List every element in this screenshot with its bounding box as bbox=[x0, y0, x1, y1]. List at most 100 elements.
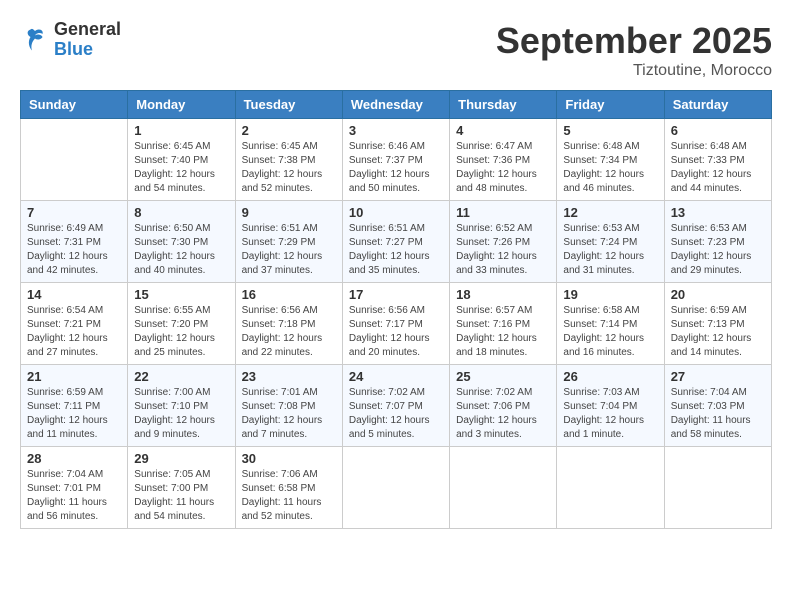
day-number: 25 bbox=[456, 369, 550, 384]
calendar-cell: 21 Sunrise: 6:59 AM Sunset: 7:11 PM Dayli… bbox=[21, 365, 128, 447]
calendar-cell: 9 Sunrise: 6:51 AM Sunset: 7:29 PM Daylig… bbox=[235, 201, 342, 283]
logo: General Blue bbox=[20, 20, 121, 60]
week-row-1: 7Sunrise: 6:49 AM Sunset: 7:31 PM Daylig… bbox=[21, 201, 772, 283]
calendar-cell: 24Sunrise: 7:02 AM Sunset: 7:07 PM Dayli… bbox=[342, 365, 449, 447]
week-row-0: 1 Sunrise: 6:45 AM Sunset: 7:40 PM Daylig… bbox=[21, 119, 772, 201]
calendar-cell: 23Sunrise: 7:01 AM Sunset: 7:08 PM Dayli… bbox=[235, 365, 342, 447]
day-number: 26 bbox=[563, 369, 657, 384]
day-number: 8 bbox=[134, 205, 228, 220]
week-row-4: 28Sunrise: 7:04 AM Sunset: 7:01 PM Dayli… bbox=[21, 447, 772, 529]
calendar-cell: 17Sunrise: 6:56 AM Sunset: 7:17 PM Dayli… bbox=[342, 283, 449, 365]
day-number: 29 bbox=[134, 451, 228, 466]
calendar-cell: 18 Sunrise: 6:57 AM Sunset: 7:16 PM Dayli… bbox=[450, 283, 557, 365]
calendar-cell: 27 Sunrise: 7:04 AM Sunset: 7:03 PM Dayli… bbox=[664, 365, 771, 447]
weekday-header-row: SundayMondayTuesdayWednesdayThursdayFrid… bbox=[21, 91, 772, 119]
day-info: Sunrise: 7:02 AM Sunset: 7:07 PM Dayligh… bbox=[349, 386, 443, 442]
day-number: 27 bbox=[671, 369, 765, 384]
calendar-cell: 15 Sunrise: 6:55 AM Sunset: 7:20 PM Dayli… bbox=[128, 283, 235, 365]
day-info: Sunrise: 6:46 AM Sunset: 7:37 PM Dayligh… bbox=[349, 140, 443, 196]
day-info: Sunrise: 7:00 AM Sunset: 7:10 PM Dayligh… bbox=[134, 386, 228, 442]
day-info: Sunrise: 6:56 AM Sunset: 7:18 PM Dayligh… bbox=[242, 304, 336, 360]
calendar-cell: 29 Sunrise: 7:05 AM Sunset: 7:00 PM Dayli… bbox=[128, 447, 235, 529]
week-row-3: 21 Sunrise: 6:59 AM Sunset: 7:11 PM Dayli… bbox=[21, 365, 772, 447]
day-info: Sunrise: 6:53 AM Sunset: 7:24 PM Dayligh… bbox=[563, 222, 657, 278]
weekday-header-saturday: Saturday bbox=[664, 91, 771, 119]
day-number: 16 bbox=[242, 287, 336, 302]
day-number: 3 bbox=[349, 123, 443, 138]
weekday-header-wednesday: Wednesday bbox=[342, 91, 449, 119]
day-number: 18 bbox=[456, 287, 550, 302]
day-number: 6 bbox=[671, 123, 765, 138]
day-number: 15 bbox=[134, 287, 228, 302]
day-info: Sunrise: 7:02 AM Sunset: 7:06 PM Dayligh… bbox=[456, 386, 550, 442]
location: Tiztoutine, Morocco bbox=[496, 62, 772, 80]
day-info: Sunrise: 7:03 AM Sunset: 7:04 PM Dayligh… bbox=[563, 386, 657, 442]
calendar-cell bbox=[21, 119, 128, 201]
calendar-cell: 8Sunrise: 6:50 AM Sunset: 7:30 PM Daylig… bbox=[128, 201, 235, 283]
day-number: 19 bbox=[563, 287, 657, 302]
calendar-cell: 16 Sunrise: 6:56 AM Sunset: 7:18 PM Dayli… bbox=[235, 283, 342, 365]
calendar-cell: 3 Sunrise: 6:46 AM Sunset: 7:37 PM Daylig… bbox=[342, 119, 449, 201]
logo-text: General Blue bbox=[54, 20, 121, 60]
day-info: Sunrise: 6:58 AM Sunset: 7:14 PM Dayligh… bbox=[563, 304, 657, 360]
day-number: 5 bbox=[563, 123, 657, 138]
day-info: Sunrise: 7:06 AM Sunset: 6:58 PM Dayligh… bbox=[242, 468, 336, 524]
calendar-cell: 11 Sunrise: 6:52 AM Sunset: 7:26 PM Dayli… bbox=[450, 201, 557, 283]
weekday-header-sunday: Sunday bbox=[21, 91, 128, 119]
day-number: 20 bbox=[671, 287, 765, 302]
logo-bird-icon bbox=[20, 25, 50, 55]
month-title: September 2025 bbox=[496, 20, 772, 62]
day-info: Sunrise: 6:59 AM Sunset: 7:11 PM Dayligh… bbox=[27, 386, 121, 442]
calendar-cell: 5 Sunrise: 6:48 AM Sunset: 7:34 PM Daylig… bbox=[557, 119, 664, 201]
day-info: Sunrise: 6:49 AM Sunset: 7:31 PM Dayligh… bbox=[27, 222, 121, 278]
title-block: September 2025 Tiztoutine, Morocco bbox=[496, 20, 772, 80]
calendar-cell: 12 Sunrise: 6:53 AM Sunset: 7:24 PM Dayli… bbox=[557, 201, 664, 283]
calendar-cell: 19 Sunrise: 6:58 AM Sunset: 7:14 PM Dayli… bbox=[557, 283, 664, 365]
calendar-cell: 26 Sunrise: 7:03 AM Sunset: 7:04 PM Dayli… bbox=[557, 365, 664, 447]
calendar-cell: 4Sunrise: 6:47 AM Sunset: 7:36 PM Daylig… bbox=[450, 119, 557, 201]
calendar-cell: 22 Sunrise: 7:00 AM Sunset: 7:10 PM Dayli… bbox=[128, 365, 235, 447]
calendar-cell bbox=[450, 447, 557, 529]
calendar-cell bbox=[342, 447, 449, 529]
day-info: Sunrise: 6:57 AM Sunset: 7:16 PM Dayligh… bbox=[456, 304, 550, 360]
weekday-header-thursday: Thursday bbox=[450, 91, 557, 119]
calendar-cell bbox=[664, 447, 771, 529]
day-info: Sunrise: 6:45 AM Sunset: 7:38 PM Dayligh… bbox=[242, 140, 336, 196]
page-header: General Blue September 2025 Tiztoutine, … bbox=[20, 20, 772, 80]
day-info: Sunrise: 6:51 AM Sunset: 7:27 PM Dayligh… bbox=[349, 222, 443, 278]
day-info: Sunrise: 6:45 AM Sunset: 7:40 PM Dayligh… bbox=[134, 140, 228, 196]
day-info: Sunrise: 7:04 AM Sunset: 7:03 PM Dayligh… bbox=[671, 386, 765, 442]
day-info: Sunrise: 6:54 AM Sunset: 7:21 PM Dayligh… bbox=[27, 304, 121, 360]
calendar-cell: 7Sunrise: 6:49 AM Sunset: 7:31 PM Daylig… bbox=[21, 201, 128, 283]
calendar-cell: 28Sunrise: 7:04 AM Sunset: 7:01 PM Dayli… bbox=[21, 447, 128, 529]
day-number: 11 bbox=[456, 205, 550, 220]
day-number: 12 bbox=[563, 205, 657, 220]
day-info: Sunrise: 6:48 AM Sunset: 7:33 PM Dayligh… bbox=[671, 140, 765, 196]
day-number: 30 bbox=[242, 451, 336, 466]
day-number: 9 bbox=[242, 205, 336, 220]
day-info: Sunrise: 6:55 AM Sunset: 7:20 PM Dayligh… bbox=[134, 304, 228, 360]
day-number: 21 bbox=[27, 369, 121, 384]
day-number: 4 bbox=[456, 123, 550, 138]
week-row-2: 14Sunrise: 6:54 AM Sunset: 7:21 PM Dayli… bbox=[21, 283, 772, 365]
calendar-cell: 25 Sunrise: 7:02 AM Sunset: 7:06 PM Dayli… bbox=[450, 365, 557, 447]
day-number: 10 bbox=[349, 205, 443, 220]
calendar-cell: 13Sunrise: 6:53 AM Sunset: 7:23 PM Dayli… bbox=[664, 201, 771, 283]
day-info: Sunrise: 7:05 AM Sunset: 7:00 PM Dayligh… bbox=[134, 468, 228, 524]
weekday-header-friday: Friday bbox=[557, 91, 664, 119]
day-number: 22 bbox=[134, 369, 228, 384]
day-info: Sunrise: 6:51 AM Sunset: 7:29 PM Dayligh… bbox=[242, 222, 336, 278]
day-info: Sunrise: 6:52 AM Sunset: 7:26 PM Dayligh… bbox=[456, 222, 550, 278]
calendar-cell: 20 Sunrise: 6:59 AM Sunset: 7:13 PM Dayli… bbox=[664, 283, 771, 365]
weekday-header-tuesday: Tuesday bbox=[235, 91, 342, 119]
day-number: 2 bbox=[242, 123, 336, 138]
calendar-cell: 14Sunrise: 6:54 AM Sunset: 7:21 PM Dayli… bbox=[21, 283, 128, 365]
day-number: 1 bbox=[134, 123, 228, 138]
day-number: 23 bbox=[242, 369, 336, 384]
logo-general: General bbox=[54, 20, 121, 40]
calendar-cell bbox=[557, 447, 664, 529]
logo-blue: Blue bbox=[54, 40, 121, 60]
day-info: Sunrise: 6:48 AM Sunset: 7:34 PM Dayligh… bbox=[563, 140, 657, 196]
day-info: Sunrise: 6:59 AM Sunset: 7:13 PM Dayligh… bbox=[671, 304, 765, 360]
day-number: 28 bbox=[27, 451, 121, 466]
